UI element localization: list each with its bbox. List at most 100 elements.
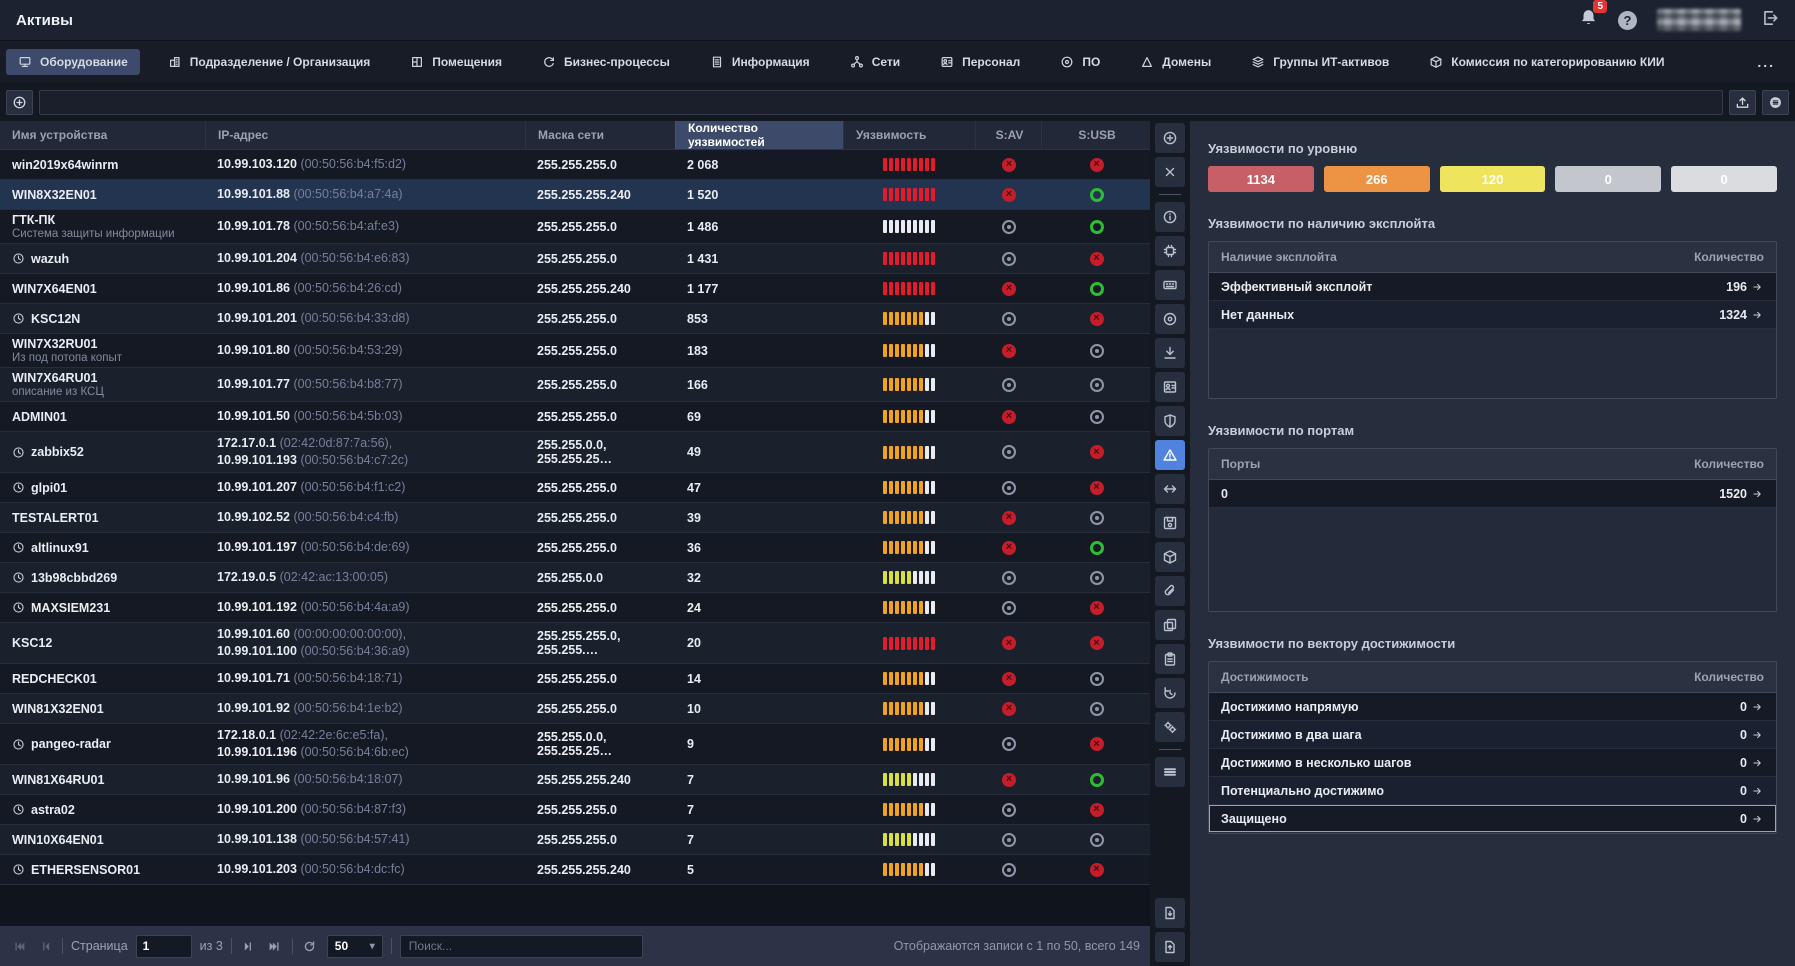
status-gray-icon <box>1002 737 1016 751</box>
tool-close[interactable] <box>1155 157 1185 187</box>
tab-asset-groups[interactable]: Группы ИТ-активов <box>1239 49 1401 75</box>
tab-equipment[interactable]: Оборудование <box>6 49 140 75</box>
table-row[interactable]: altlinux91 10.99.101.197 (00:50:56:b4:de:… <box>0 533 1150 563</box>
table-row[interactable]: WIN8X32EN01 10.99.101.88 (00:50:56:b4:a7:… <box>0 180 1150 210</box>
tab-domains[interactable]: Домены <box>1128 49 1223 75</box>
exploit-row[interactable]: Нет данных 1324 <box>1209 301 1776 329</box>
column-header-count[interactable]: Количество уязвимостей <box>675 121 843 149</box>
table-row[interactable]: WIN7X64EN01 10.99.101.86 (00:50:56:b4:26:… <box>0 274 1150 304</box>
first-page-button[interactable] <box>10 937 28 955</box>
table-search-input[interactable] <box>399 934 643 958</box>
table-row[interactable]: wazuh 10.99.101.204 (00:50:56:b4:e6:83) 25… <box>0 244 1150 274</box>
table-row[interactable]: WIN10X64EN01 10.99.101.138 (00:50:56:b4:5… <box>0 825 1150 855</box>
tab-rooms[interactable]: Помещения <box>398 49 514 75</box>
column-header-usb[interactable]: S:USB <box>1041 121 1150 149</box>
severity-badge-low[interactable]: 0 <box>1555 166 1662 192</box>
tool-personal-card[interactable] <box>1155 372 1185 402</box>
tool-hardware[interactable] <box>1155 236 1185 266</box>
table-row[interactable]: zabbix52 172.17.0.1 (02:42:0d:87:7a:56), 1… <box>0 432 1150 473</box>
reach-row[interactable]: Достижимо напрямую 0 <box>1209 693 1776 721</box>
page-input[interactable] <box>135 934 192 958</box>
logout-button[interactable] <box>1761 9 1779 32</box>
reach-row[interactable]: Достижимо в несколько шагов 0 <box>1209 749 1776 777</box>
status-green-icon <box>1089 187 1104 202</box>
tool-downloads[interactable] <box>1155 338 1185 368</box>
tool-vulnerabilities[interactable] <box>1155 440 1185 470</box>
refresh-button[interactable] <box>301 937 319 955</box>
reports-button[interactable] <box>1762 89 1789 115</box>
tool-history[interactable] <box>1155 678 1185 708</box>
tool-details[interactable] <box>1155 757 1185 787</box>
user-name-redacted[interactable] <box>1657 9 1741 31</box>
table-row[interactable]: 13b98cbbd269 172.19.0.5 (02:42:ac:13:00:0… <box>0 563 1150 593</box>
exploit-row[interactable]: Эффективный эксплойт 196 <box>1209 273 1776 301</box>
column-header-name[interactable]: Имя устройства <box>0 121 205 149</box>
tab-information[interactable]: Информация <box>698 49 822 75</box>
tab-processes[interactable]: Бизнес-процессы <box>530 49 682 75</box>
table-row[interactable]: WIN7X32RU01 Из под потопа копыт 10.99.101.… <box>0 334 1150 368</box>
table-row[interactable]: ГТК-ПК Система защиты информации 10.99.101… <box>0 210 1150 244</box>
tool-add[interactable] <box>1155 123 1185 153</box>
process-icon <box>542 55 556 69</box>
reach-row[interactable]: Достижимо в два шага 0 <box>1209 721 1776 749</box>
table-row[interactable]: glpi01 10.99.101.207 (00:50:56:b4:f1:c2) 2… <box>0 473 1150 503</box>
table-row[interactable]: WIN81X32EN01 10.99.101.92 (00:50:56:b4:1e… <box>0 694 1150 724</box>
last-page-button[interactable] <box>266 937 284 955</box>
tool-settings[interactable] <box>1155 712 1185 742</box>
severity-badge-info[interactable]: 0 <box>1671 166 1777 192</box>
tab-networks[interactable]: Сети <box>838 49 912 75</box>
tool-attachments[interactable] <box>1155 576 1185 606</box>
column-header-av[interactable]: S:AV <box>975 121 1041 149</box>
tool-tasks[interactable] <box>1155 644 1185 674</box>
table-row[interactable]: ADMIN01 10.99.101.50 (00:50:56:b4:5b:03) 2… <box>0 402 1150 432</box>
filter-input[interactable] <box>39 89 1723 115</box>
table-row[interactable]: win2019x64winrm 10.99.103.120 (00:50:56:b… <box>0 150 1150 180</box>
table-row[interactable]: MAXSIEM231 10.99.101.192 (00:50:56:b4:4a:… <box>0 593 1150 623</box>
table-row[interactable]: KSC12N 10.99.101.201 (00:50:56:b4:33:d8) 2… <box>0 304 1150 334</box>
tool-software[interactable] <box>1155 304 1185 334</box>
next-page-button[interactable] <box>240 937 258 955</box>
page-size-select[interactable]: 50 ▾ <box>326 934 383 958</box>
tab-orgunit[interactable]: Подразделение / Организация <box>156 49 382 75</box>
table-row[interactable]: pangeo-radar 172.18.0.1 (02:42:2e:6c:e5:f… <box>0 724 1150 765</box>
table-row[interactable]: WIN7X64RU01 описание из КСЦ 10.99.101.77 (… <box>0 368 1150 402</box>
severity-badge-high[interactable]: 266 <box>1323 166 1430 192</box>
import-button[interactable] <box>1729 89 1756 115</box>
column-header-ip[interactable]: IP-адрес <box>205 121 525 149</box>
more-tabs-button[interactable]: ... <box>1743 54 1789 70</box>
table-row[interactable]: REDCHECK01 10.99.101.71 (00:50:56:b4:18:7… <box>0 664 1150 694</box>
table-row[interactable]: astra02 10.99.101.200 (00:50:56:b4:87:f3)… <box>0 795 1150 825</box>
tool-import-document[interactable] <box>1155 932 1185 962</box>
prev-page-button[interactable] <box>36 937 54 955</box>
tool-info[interactable] <box>1155 202 1185 232</box>
severity-badge-medium[interactable]: 120 <box>1439 166 1546 192</box>
table-row[interactable]: TESTALERT01 10.99.102.52 (00:50:56:b4:c4:… <box>0 503 1150 533</box>
tool-system[interactable] <box>1155 270 1185 300</box>
tool-export-document[interactable] <box>1155 898 1185 928</box>
tab-personnel[interactable]: Персонал <box>928 49 1032 75</box>
add-filter-button[interactable] <box>6 89 33 115</box>
help-button[interactable]: ? <box>1618 10 1637 30</box>
tool-copy[interactable] <box>1155 610 1185 640</box>
reach-row[interactable]: Защищено 0 <box>1209 805 1776 833</box>
ports-row[interactable]: 0 1520 <box>1209 480 1776 508</box>
tool-security[interactable] <box>1155 406 1185 436</box>
table-row[interactable]: KSC12 10.99.101.60 (00:00:00:00:00:00), 10… <box>0 623 1150 664</box>
table-row[interactable]: WIN81X64RU01 10.99.101.96 (00:50:56:b4:18… <box>0 765 1150 795</box>
tab-software[interactable]: ПО <box>1048 49 1112 75</box>
column-header-mask[interactable]: Маска сети <box>525 121 675 149</box>
table-row[interactable]: ETHERSENSOR01 10.99.101.203 (00:50:56:b4:… <box>0 855 1150 885</box>
footer-divider <box>230 938 232 954</box>
device-name-cell: WIN81X32EN01 <box>0 699 205 719</box>
tab-kii[interactable]: Комиссия по категорированию КИИ <box>1417 49 1676 75</box>
notifications-button[interactable]: 5 <box>1579 0 1607 32</box>
column-header-vuln[interactable]: Уязвимость <box>843 121 975 149</box>
tool-components[interactable] <box>1155 542 1185 572</box>
reach-row[interactable]: Потенциально достижимо 0 <box>1209 777 1776 805</box>
tool-connections[interactable] <box>1155 474 1185 504</box>
status-red-icon <box>1089 636 1104 650</box>
tool-storage[interactable] <box>1155 508 1185 538</box>
severity-badge-critical[interactable]: 1134 <box>1208 166 1314 192</box>
ip-cell: 172.18.0.1 (02:42:2e:6c:e5:fa), 10.99.101… <box>205 724 525 764</box>
mac-address: (02:42:2e:6c:e5:fa), <box>279 728 388 742</box>
